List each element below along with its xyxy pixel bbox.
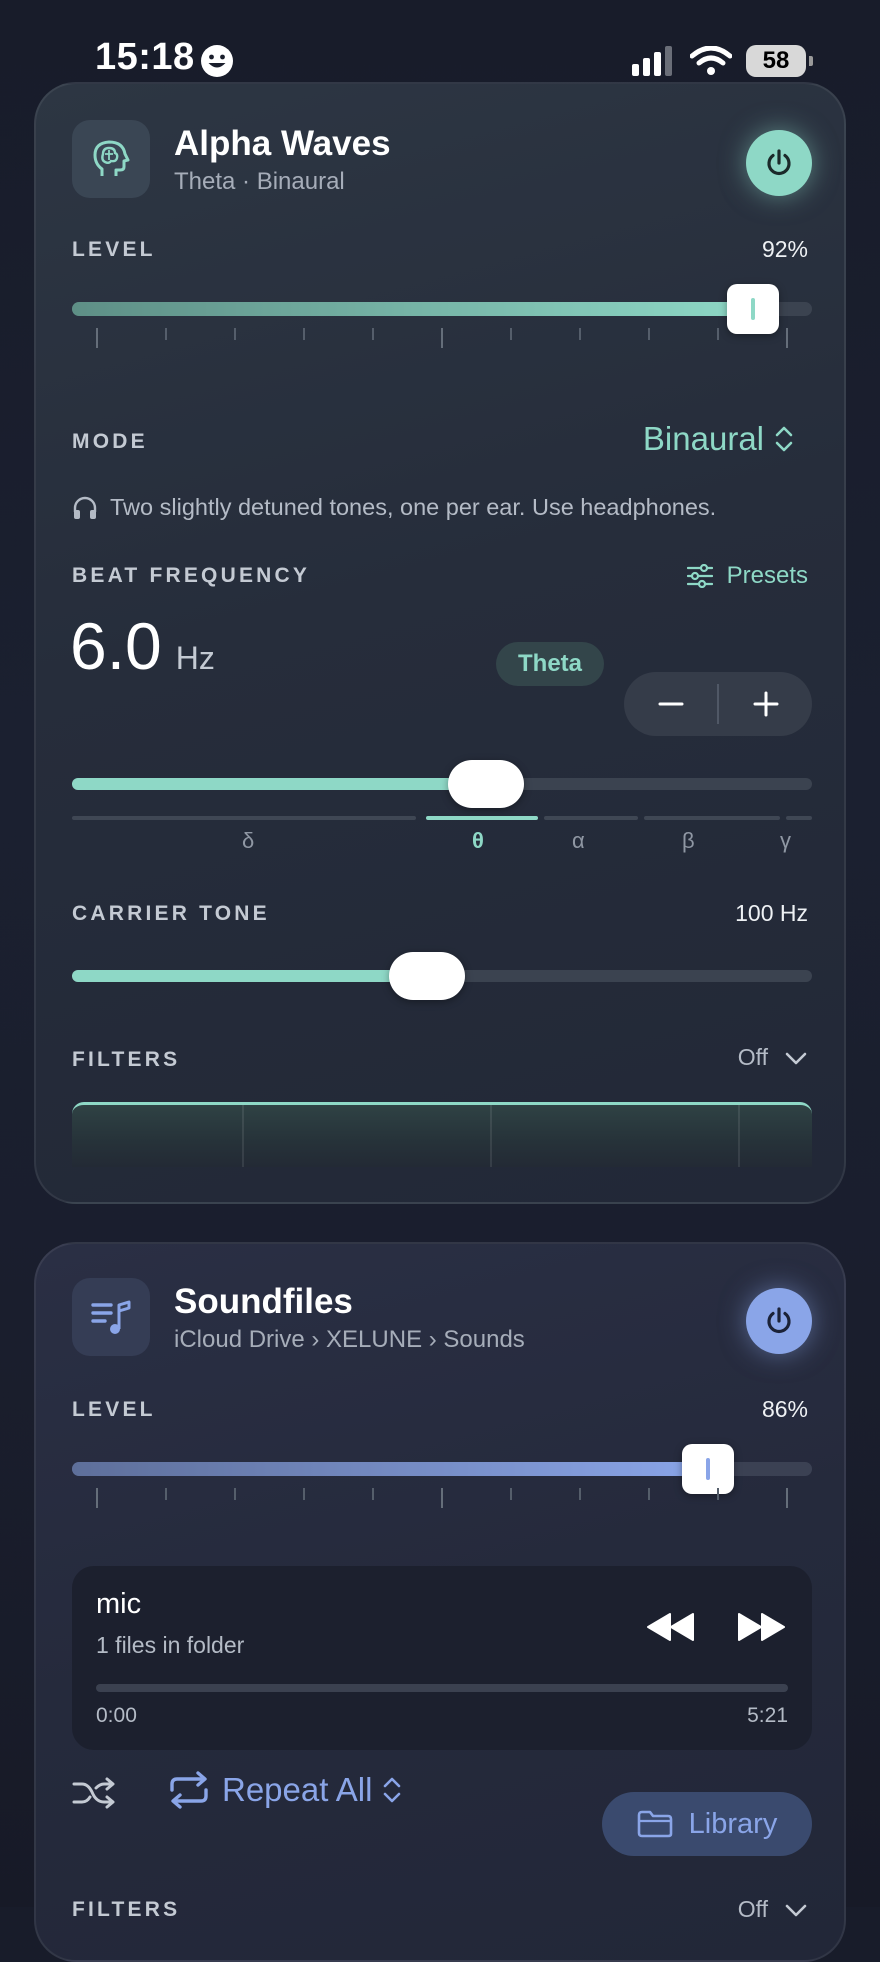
mode-label: MODE [72, 430, 148, 453]
shuffle-button[interactable] [72, 1776, 116, 1815]
filters-value: Off [737, 1044, 768, 1070]
power-button[interactable] [746, 1288, 812, 1354]
beat-frequency-slider[interactable] [72, 778, 812, 790]
cellular-signal-icon [632, 46, 672, 76]
presets-button[interactable]: Presets [686, 562, 808, 590]
beat-frequency-value: 6.0 [70, 609, 162, 683]
rewind-button[interactable] [646, 1612, 696, 1647]
band-alpha: α [572, 828, 585, 853]
carrier-tone-value: 100 Hz [735, 900, 808, 926]
band-scale [72, 816, 812, 821]
head-brain-icon [93, 140, 130, 176]
file-name: mic [96, 1588, 142, 1620]
sliders-icon [686, 564, 713, 588]
level-ticks [96, 1488, 788, 1508]
fast-forward-icon [738, 1613, 785, 1641]
smiley-icon [201, 45, 233, 77]
band-delta: δ [242, 828, 255, 853]
mode-description-text: Two slightly detuned tones, one per ear.… [110, 494, 717, 520]
repeat-icon [170, 1771, 208, 1809]
time-total: 5:21 [747, 1704, 788, 1727]
shuffle-icon [72, 1777, 115, 1809]
minus-icon [658, 702, 683, 706]
plus-icon [753, 691, 778, 717]
carrier-tone-thumb[interactable] [389, 952, 466, 1000]
wifi-icon [690, 46, 732, 75]
music-list-icon [91, 1300, 131, 1334]
player-panel: mic 1 files in folder 0:00 5:21 [72, 1566, 812, 1750]
filters-value: Off [737, 1896, 768, 1922]
chevron-up-down-icon [775, 426, 793, 452]
beat-frequency-unit: Hz [175, 640, 215, 676]
time-current: 0:00 [96, 1704, 137, 1727]
beat-frequency-stepper [624, 672, 812, 736]
chevron-down-icon [785, 1904, 807, 1916]
increment-button[interactable] [719, 672, 812, 736]
level-slider[interactable] [72, 302, 812, 316]
filters-toggle[interactable]: Off [738, 1044, 808, 1071]
chevron-up-down-icon [384, 1777, 401, 1803]
decrement-button[interactable] [624, 672, 717, 736]
alpha-waves-card: Alpha Waves Theta · Binaural LEVEL 92% M… [34, 82, 846, 1204]
beat-frequency-readout: 6.0 Hz [70, 608, 215, 684]
band-theta: θ [472, 828, 484, 853]
filters-toggle[interactable]: Off [738, 1896, 808, 1923]
chevron-down-icon [785, 1052, 807, 1064]
band-beta: β [682, 828, 695, 853]
rewind-icon [647, 1613, 694, 1641]
power-icon [767, 149, 791, 176]
alpha-waves-tile [72, 120, 150, 198]
filters-label: FILTERS [72, 1048, 181, 1071]
file-count: 1 files in folder [96, 1632, 245, 1658]
mode-description: Two slightly detuned tones, one per ear.… [72, 494, 716, 521]
library-label: Library [688, 1807, 778, 1840]
fast-forward-button[interactable] [736, 1612, 786, 1647]
repeat-selector[interactable]: Repeat All [166, 1770, 402, 1810]
card-title: Soundfiles [174, 1282, 353, 1321]
playback-progress[interactable] [96, 1684, 788, 1692]
level-value: 86% [761, 1396, 808, 1422]
folder-icon [637, 1810, 672, 1838]
power-button[interactable] [746, 130, 812, 196]
presets-label: Presets [726, 562, 808, 589]
level-slider-thumb[interactable] [726, 284, 779, 334]
level-ticks [96, 328, 788, 348]
card-title: Alpha Waves [174, 124, 391, 163]
mode-value: Binaural [642, 420, 764, 457]
carrier-tone-label: CARRIER TONE [72, 902, 270, 925]
level-label: LEVEL [72, 238, 156, 261]
battery-indicator: 58 [746, 45, 813, 77]
library-button[interactable]: Library [602, 1792, 812, 1856]
filters-label: FILTERS [72, 1898, 181, 1921]
status-time: 15:18 [95, 36, 195, 78]
band-gamma: γ [780, 828, 791, 853]
filters-preview [72, 1102, 812, 1167]
card-subtitle: iCloud Drive › XELUNE › Sounds [174, 1326, 525, 1353]
power-icon [767, 1307, 791, 1334]
mode-selector[interactable]: Binaural [643, 420, 794, 458]
level-slider-thumb[interactable] [682, 1444, 735, 1494]
soundfiles-card: Soundfiles iCloud Drive › XELUNE › Sound… [34, 1242, 846, 1962]
level-label: LEVEL [72, 1398, 156, 1421]
beat-frequency-thumb[interactable] [448, 760, 525, 808]
soundfiles-tile [72, 1278, 150, 1356]
status-indicators: 58 [632, 44, 813, 78]
card-subtitle: Theta · Binaural [174, 168, 345, 195]
band-badge: Theta [496, 642, 605, 686]
headphones-icon [73, 496, 97, 519]
beat-frequency-label: BEAT FREQUENCY [72, 564, 311, 587]
repeat-label: Repeat All [222, 1771, 373, 1808]
level-value: 92% [761, 236, 808, 262]
